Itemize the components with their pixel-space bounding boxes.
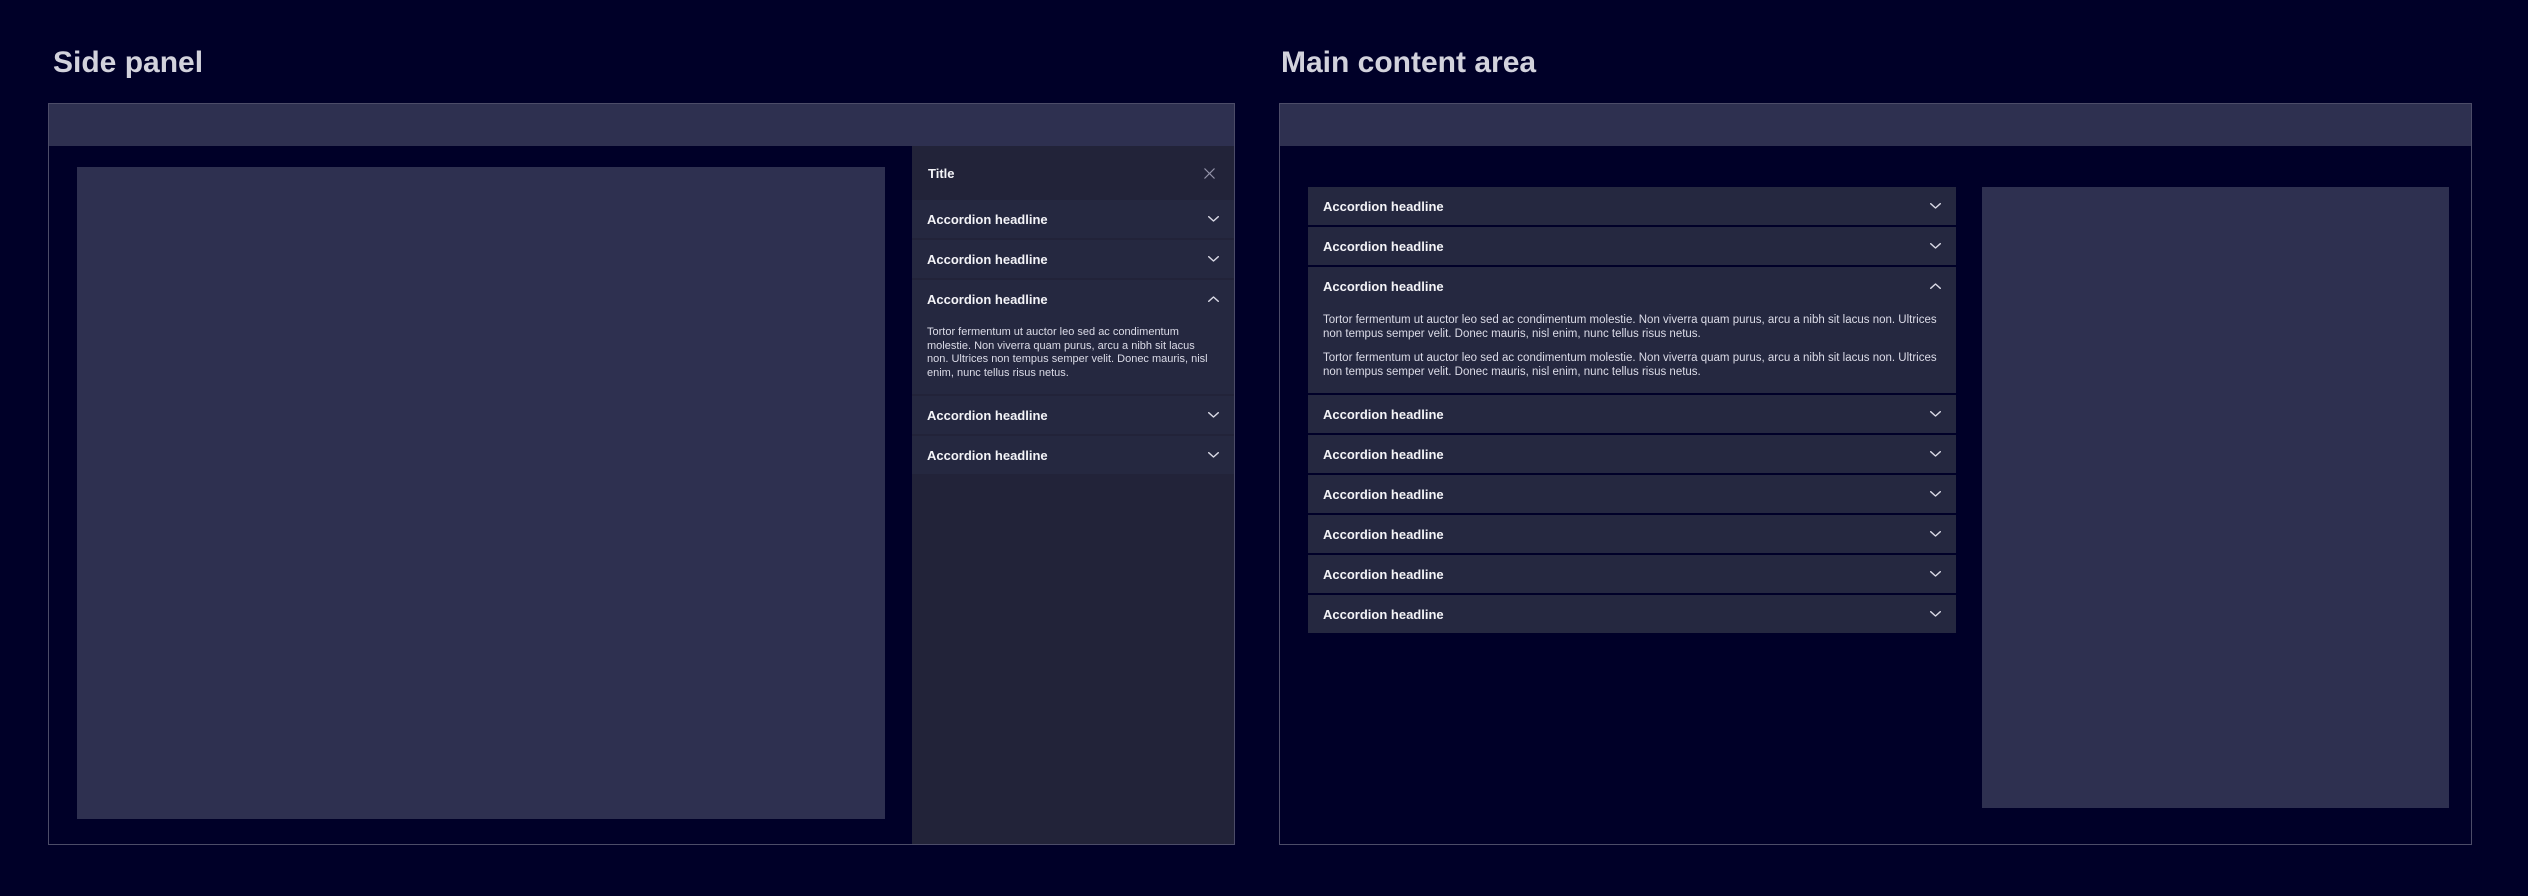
chevron-down-icon — [1208, 256, 1219, 262]
chevron-down-icon — [1930, 491, 1941, 497]
accordion-headline: Accordion headline — [1323, 239, 1444, 254]
side-drawer: Title Accordion headline Accordion headl… — [912, 146, 1234, 844]
accordion-item[interactable]: Accordion headline — [1308, 555, 1956, 593]
drawer-title: Title — [928, 166, 955, 181]
accordion-item-expanded[interactable]: Accordion headline Tortor fermentum ut a… — [912, 280, 1234, 394]
accordion-item[interactable]: Accordion headline — [912, 240, 1234, 278]
chevron-up-icon — [1208, 296, 1219, 302]
accordion-headline: Accordion headline — [1323, 407, 1444, 422]
chevron-down-icon — [1208, 216, 1219, 222]
chevron-down-icon — [1930, 531, 1941, 537]
accordion-body: Tortor fermentum ut auctor leo sed ac co… — [912, 318, 1234, 394]
chevron-up-icon — [1930, 283, 1941, 289]
close-button[interactable] — [1200, 164, 1218, 182]
accordion-item[interactable]: Accordion headline — [1308, 475, 1956, 513]
accordion-headline: Accordion headline — [927, 448, 1048, 463]
accordion-headline: Accordion headline — [1323, 607, 1444, 622]
chevron-down-icon — [1930, 203, 1941, 209]
side-panel-card: Title Accordion headline Accordion headl… — [48, 103, 1235, 845]
accordion-header[interactable]: Accordion headline — [1308, 475, 1956, 513]
accordion-headline: Accordion headline — [1323, 527, 1444, 542]
accordion-item[interactable]: Accordion headline — [1308, 187, 1956, 225]
accordion-headline: Accordion headline — [927, 212, 1048, 227]
accordion-header[interactable]: Accordion headline — [912, 280, 1234, 318]
drawer-header: Title — [912, 146, 1234, 200]
chevron-down-icon — [1930, 571, 1941, 577]
accordion-header[interactable]: Accordion headline — [1308, 395, 1956, 433]
main-content-section-title: Main content area — [1281, 46, 1536, 80]
accordion-header[interactable]: Accordion headline — [1308, 555, 1956, 593]
accordion-header[interactable]: Accordion headline — [1308, 227, 1956, 265]
accordion-item[interactable]: Accordion headline — [1308, 595, 1956, 633]
accordion-header[interactable]: Accordion headline — [1308, 267, 1956, 305]
main-content-card: Accordion headline Accordion headline Ac… — [1279, 103, 2472, 845]
chevron-down-icon — [1208, 412, 1219, 418]
accordion-header[interactable]: Accordion headline — [1308, 595, 1956, 633]
accordion-headline: Accordion headline — [927, 408, 1048, 423]
content-placeholder — [77, 167, 885, 819]
chevron-down-icon — [1208, 452, 1219, 458]
side-panel-section-title: Side panel — [53, 46, 203, 80]
accordion-header[interactable]: Accordion headline — [912, 436, 1234, 474]
accordion-headline: Accordion headline — [1323, 279, 1444, 294]
accordion-item[interactable]: Accordion headline — [912, 200, 1234, 238]
panel-toolbar — [49, 104, 1234, 146]
accordion-body-paragraph: Tortor fermentum ut auctor leo sed ac co… — [1323, 313, 1941, 341]
accordion-body-paragraph: Tortor fermentum ut auctor leo sed ac co… — [927, 326, 1219, 380]
accordion-item[interactable]: Accordion headline — [1308, 435, 1956, 473]
content-placeholder — [1982, 187, 2449, 808]
accordion-item[interactable]: Accordion headline — [1308, 515, 1956, 553]
accordion-item[interactable]: Accordion headline — [1308, 395, 1956, 433]
accordion-headline: Accordion headline — [1323, 199, 1444, 214]
accordion-body: Tortor fermentum ut auctor leo sed ac co… — [1308, 305, 1956, 393]
accordion-header[interactable]: Accordion headline — [912, 200, 1234, 238]
accordion-item[interactable]: Accordion headline — [912, 396, 1234, 434]
chevron-down-icon — [1930, 243, 1941, 249]
accordion-header[interactable]: Accordion headline — [1308, 187, 1956, 225]
chevron-down-icon — [1930, 411, 1941, 417]
chevron-down-icon — [1930, 451, 1941, 457]
accordion-item-expanded[interactable]: Accordion headline Tortor fermentum ut a… — [1308, 267, 1956, 393]
accordion-headline: Accordion headline — [1323, 487, 1444, 502]
accordion-header[interactable]: Accordion headline — [912, 240, 1234, 278]
accordion-headline: Accordion headline — [1323, 567, 1444, 582]
accordion-header[interactable]: Accordion headline — [912, 396, 1234, 434]
close-icon — [1204, 168, 1215, 179]
accordion-header[interactable]: Accordion headline — [1308, 435, 1956, 473]
accordion-list: Accordion headline Accordion headline Ac… — [1308, 187, 1956, 635]
chevron-down-icon — [1930, 611, 1941, 617]
accordion-headline: Accordion headline — [927, 292, 1048, 307]
accordion-item[interactable]: Accordion headline — [912, 436, 1234, 474]
accordion-body-paragraph: Tortor fermentum ut auctor leo sed ac co… — [1323, 351, 1941, 379]
accordion-header[interactable]: Accordion headline — [1308, 515, 1956, 553]
accordion-headline: Accordion headline — [927, 252, 1048, 267]
accordion-headline: Accordion headline — [1323, 447, 1444, 462]
accordion-item[interactable]: Accordion headline — [1308, 227, 1956, 265]
panel-toolbar — [1280, 104, 2471, 146]
